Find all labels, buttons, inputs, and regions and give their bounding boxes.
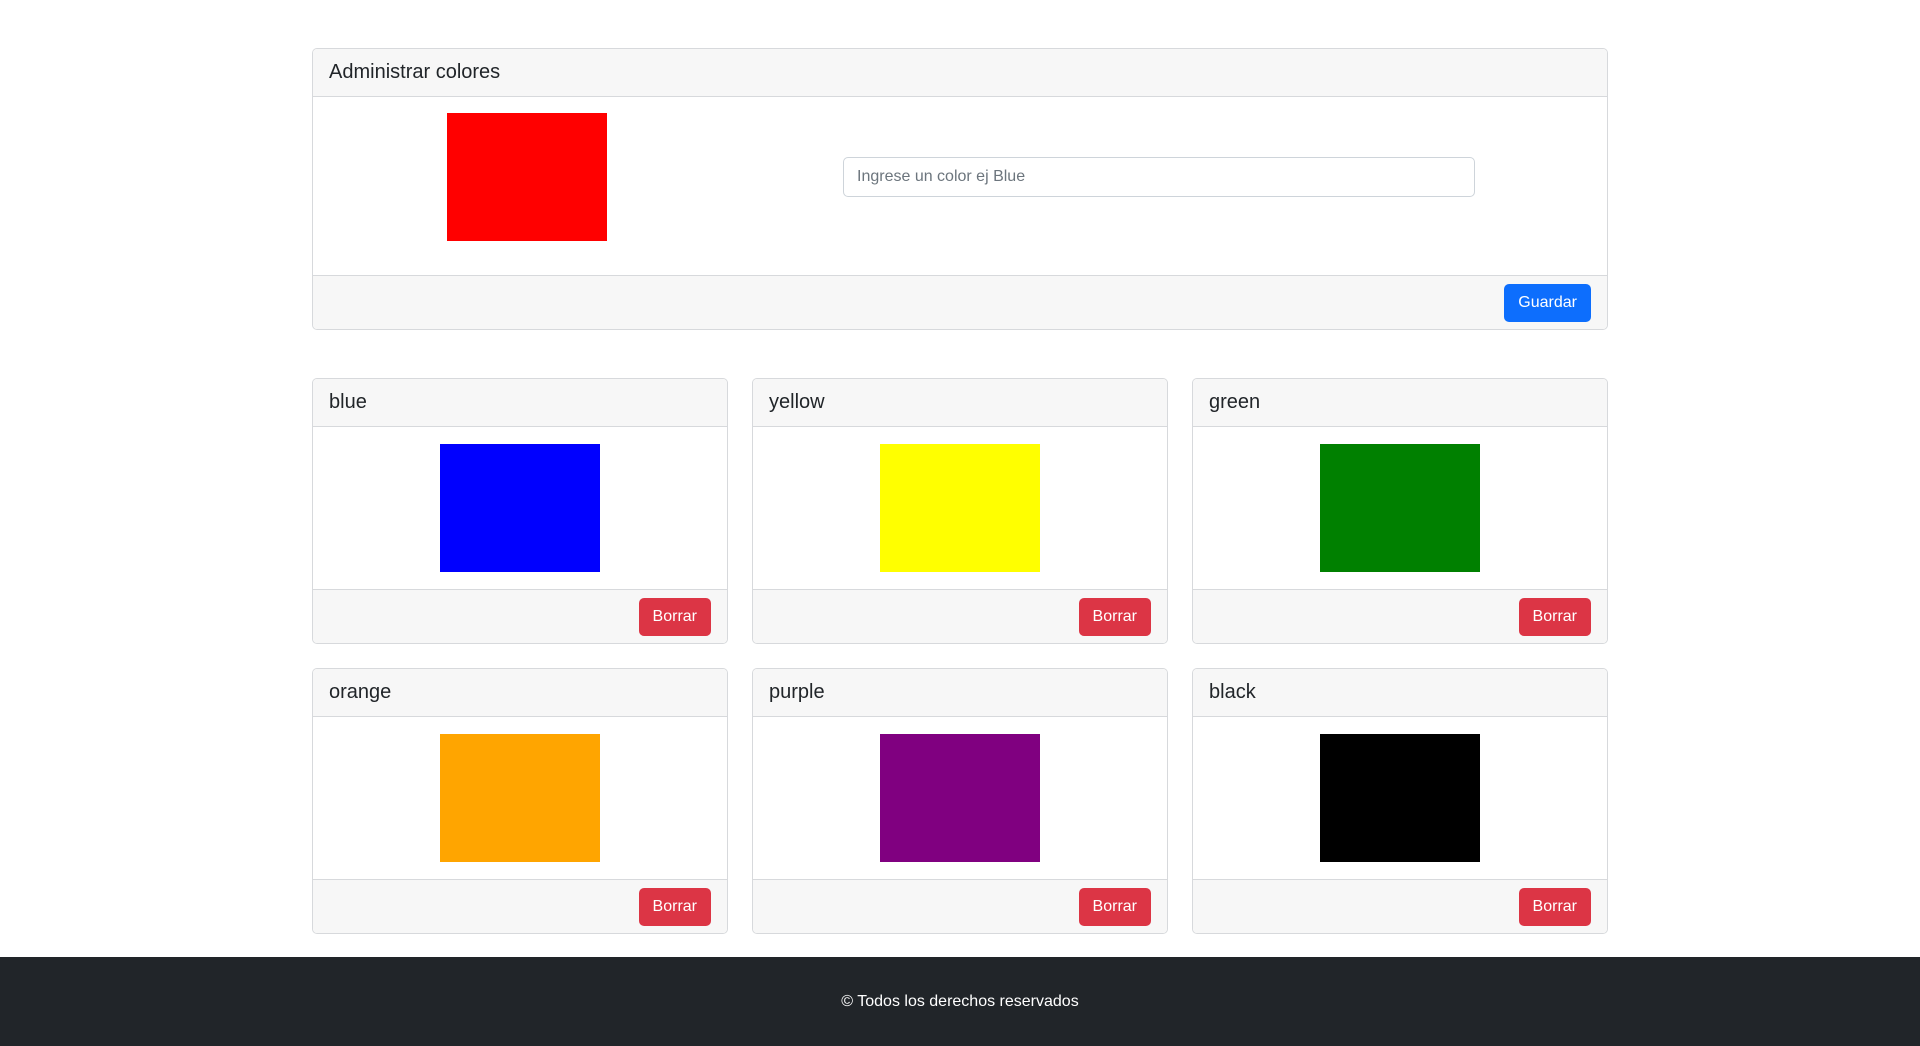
color-card-header: orange	[313, 669, 727, 717]
color-card-title: purple	[769, 681, 825, 703]
color-card: orange Borrar	[312, 668, 728, 934]
page-footer: © Todos los derechos reservados	[0, 957, 1920, 1046]
delete-button[interactable]: Borrar	[638, 597, 711, 636]
color-card: yellow Borrar	[752, 378, 1168, 644]
color-card-title: yellow	[769, 391, 825, 413]
color-card-footer: Borrar	[753, 879, 1167, 933]
color-card: black Borrar	[1192, 668, 1608, 934]
delete-button[interactable]: Borrar	[1078, 887, 1151, 926]
copyright-text: © Todos los derechos reservados	[841, 992, 1079, 1010]
color-swatch	[1320, 444, 1480, 572]
color-card-header: black	[1193, 669, 1607, 717]
color-card-footer: Borrar	[313, 589, 727, 643]
admin-card-header: Administrar colores	[313, 49, 1607, 97]
admin-card-body	[313, 97, 1607, 275]
color-card-header: purple	[753, 669, 1167, 717]
delete-button[interactable]: Borrar	[1518, 887, 1591, 926]
color-card: purple Borrar	[752, 668, 1168, 934]
color-card-header: blue	[313, 379, 727, 427]
admin-card-footer: Guardar	[313, 275, 1607, 329]
color-card-title: blue	[329, 391, 367, 413]
color-card-title: green	[1209, 391, 1261, 413]
color-swatch	[880, 734, 1040, 862]
color-swatch	[440, 734, 600, 862]
color-card-body	[1193, 717, 1607, 879]
color-card-header: yellow	[753, 379, 1167, 427]
color-swatch	[440, 444, 600, 572]
color-input[interactable]	[843, 157, 1475, 197]
color-card-title: orange	[329, 681, 392, 703]
color-card-body	[1193, 427, 1607, 589]
color-cards-grid: blue Borrar yellow Borrar green Borrar orange B…	[312, 378, 1608, 934]
color-card-body	[753, 717, 1167, 879]
color-card-footer: Borrar	[1193, 879, 1607, 933]
color-preview-swatch	[447, 113, 607, 241]
color-card-footer: Borrar	[1193, 589, 1607, 643]
admin-colors-card: Administrar colores Guardar	[312, 48, 1608, 330]
color-card-footer: Borrar	[753, 589, 1167, 643]
color-card-header: green	[1193, 379, 1607, 427]
save-button[interactable]: Guardar	[1504, 283, 1591, 322]
color-card-body	[753, 427, 1167, 589]
color-swatch	[1320, 734, 1480, 862]
color-card-footer: Borrar	[313, 879, 727, 933]
color-card: blue Borrar	[312, 378, 728, 644]
color-card-title: black	[1209, 681, 1256, 703]
delete-button[interactable]: Borrar	[1518, 597, 1591, 636]
delete-button[interactable]: Borrar	[1078, 597, 1151, 636]
color-swatch	[880, 444, 1040, 572]
main-container: Administrar colores Guardar blueBorrarye…	[312, 48, 1608, 934]
admin-card-title: Administrar colores	[329, 61, 501, 83]
color-card-body	[313, 717, 727, 879]
color-card-body	[313, 427, 727, 589]
delete-button[interactable]: Borrar	[638, 887, 711, 926]
color-card: green Borrar	[1192, 378, 1608, 644]
